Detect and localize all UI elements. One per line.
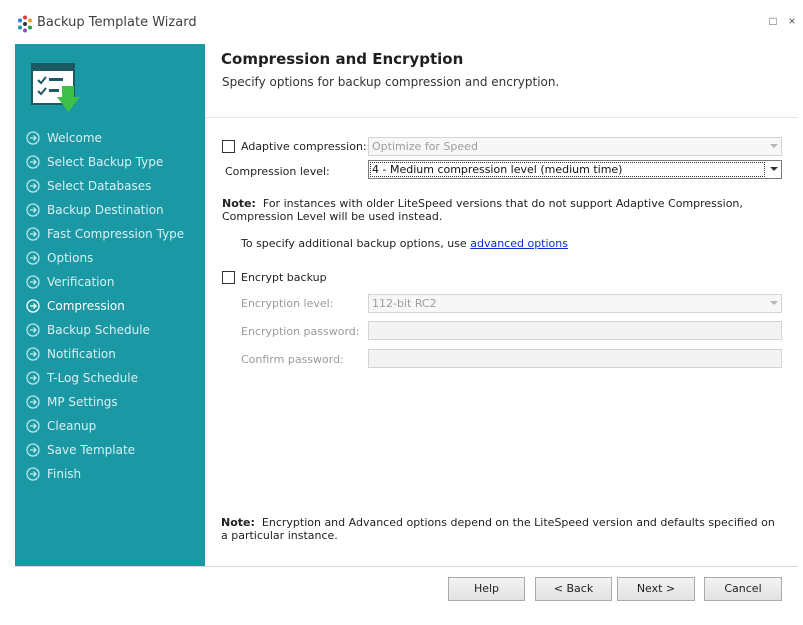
note-text: For instances with older LiteSpeed versi… xyxy=(222,197,743,223)
arrow-circle-icon xyxy=(26,395,40,409)
sidebar-item-options[interactable]: Options xyxy=(15,246,205,270)
note-prefix: Note: xyxy=(222,197,256,210)
wizard-steps: Welcome Select Backup Type Select Databa… xyxy=(15,126,205,486)
sidebar-item-backup-schedule[interactable]: Backup Schedule xyxy=(15,318,205,342)
sidebar-item-label: Options xyxy=(47,251,94,265)
compression-level-select[interactable]: 4 - Medium compression level (medium tim… xyxy=(368,160,782,179)
arrow-circle-icon xyxy=(26,371,40,385)
chevron-down-icon xyxy=(770,301,778,305)
sidebar-item-label: Compression xyxy=(47,299,125,313)
arrow-circle-icon xyxy=(26,323,40,337)
sidebar-item-finish[interactable]: Finish xyxy=(15,462,205,486)
sidebar-item-label: Verification xyxy=(47,275,115,289)
arrow-circle-icon xyxy=(26,419,40,433)
sidebar-item-label: MP Settings xyxy=(47,395,118,409)
sidebar-item-label: Notification xyxy=(47,347,116,361)
arrow-circle-icon xyxy=(26,467,40,481)
arrow-circle-icon xyxy=(26,299,40,313)
note-text: Encryption and Advanced options depend o… xyxy=(221,516,775,542)
adaptive-compression-value: Optimize for Speed xyxy=(372,140,478,153)
compression-note: Note: For instances with older LiteSpeed… xyxy=(222,197,782,223)
sidebar-item-cleanup[interactable]: Cleanup xyxy=(15,414,205,438)
arrow-circle-icon xyxy=(26,227,40,241)
arrow-circle-icon xyxy=(26,251,40,265)
sidebar-item-t-log-schedule[interactable]: T-Log Schedule xyxy=(15,366,205,390)
wizard-sidebar: Welcome Select Backup Type Select Databa… xyxy=(15,44,205,566)
encryption-level-select[interactable]: 112-bit RC2 xyxy=(368,294,782,313)
encryption-level-value: 112-bit RC2 xyxy=(372,297,437,310)
sidebar-item-label: Select Databases xyxy=(47,179,152,193)
sidebar-item-label: T-Log Schedule xyxy=(47,371,138,385)
close-icon[interactable]: × xyxy=(785,14,799,28)
sidebar-item-label: Select Backup Type xyxy=(47,155,164,169)
sidebar-item-fast-compression-type[interactable]: Fast Compression Type xyxy=(15,222,205,246)
sidebar-item-label: Backup Destination xyxy=(47,203,164,217)
sidebar-item-label: Cleanup xyxy=(47,419,97,433)
sidebar-item-label: Save Template xyxy=(47,443,136,457)
encryption-password-input[interactable] xyxy=(368,321,782,340)
adaptive-compression-select[interactable]: Optimize for Speed xyxy=(368,137,782,156)
arrow-circle-icon xyxy=(26,347,40,361)
confirm-password-input[interactable] xyxy=(368,349,782,368)
arrow-circle-icon xyxy=(26,443,40,457)
maximize-icon[interactable]: □ xyxy=(766,14,780,28)
encryption-note: Note: Encryption and Advanced options de… xyxy=(221,516,781,542)
arrow-circle-icon xyxy=(26,179,40,193)
sidebar-item-save-template[interactable]: Save Template xyxy=(15,438,205,462)
app-logo-icon xyxy=(18,15,32,33)
advanced-options-link[interactable]: advanced options xyxy=(470,237,568,250)
confirm-password-label: Confirm password: xyxy=(241,353,344,366)
arrow-circle-icon xyxy=(26,275,40,289)
advanced-options-text: To specify additional backup options, us… xyxy=(241,237,467,250)
sidebar-item-mp-settings[interactable]: MP Settings xyxy=(15,390,205,414)
advanced-options-line: To specify additional backup options, us… xyxy=(241,237,568,250)
chevron-down-icon xyxy=(770,167,778,171)
footer-divider xyxy=(15,566,798,567)
sidebar-item-backup-destination[interactable]: Backup Destination xyxy=(15,198,205,222)
sidebar-item-label: Fast Compression Type xyxy=(47,227,185,241)
help-button[interactable]: Help xyxy=(448,577,525,601)
sidebar-item-welcome[interactable]: Welcome xyxy=(15,126,205,150)
arrow-circle-icon xyxy=(26,155,40,169)
sidebar-item-label: Welcome xyxy=(47,131,102,145)
sidebar-item-notification[interactable]: Notification xyxy=(15,342,205,366)
back-button[interactable]: < Back xyxy=(535,577,612,601)
adaptive-compression-checkbox[interactable] xyxy=(222,140,235,153)
encrypt-backup-checkbox[interactable] xyxy=(222,271,235,284)
cancel-button[interactable]: Cancel xyxy=(704,577,782,601)
chevron-down-icon xyxy=(770,144,778,148)
compression-level-value: 4 - Medium compression level (medium tim… xyxy=(372,163,623,176)
arrow-circle-icon xyxy=(26,203,40,217)
sidebar-item-verification[interactable]: Verification xyxy=(15,270,205,294)
arrow-circle-icon xyxy=(26,131,40,145)
sidebar-item-compression[interactable]: Compression xyxy=(15,294,205,318)
compression-level-label: Compression level: xyxy=(225,165,330,178)
adaptive-compression-label: Adaptive compression: xyxy=(241,140,367,153)
next-button[interactable]: Next > xyxy=(617,577,695,601)
sidebar-item-label: Finish xyxy=(47,467,82,481)
header-divider xyxy=(205,117,798,118)
sidebar-item-select-backup-type[interactable]: Select Backup Type xyxy=(15,150,205,174)
sidebar-item-label: Backup Schedule xyxy=(47,323,150,337)
encryption-password-label: Encryption password: xyxy=(241,325,360,338)
page-title: Compression and Encryption xyxy=(221,50,464,68)
page-subtitle: Specify options for backup compression a… xyxy=(222,75,560,89)
encryption-level-label: Encryption level: xyxy=(241,297,334,310)
encrypt-backup-label[interactable]: Encrypt backup xyxy=(241,271,327,284)
note-prefix: Note: xyxy=(221,516,255,529)
checklist-download-icon xyxy=(31,63,80,112)
window-title: Backup Template Wizard xyxy=(37,15,197,30)
title-bar: Backup Template Wizard □ × xyxy=(0,0,803,44)
sidebar-item-select-databases[interactable]: Select Databases xyxy=(15,174,205,198)
